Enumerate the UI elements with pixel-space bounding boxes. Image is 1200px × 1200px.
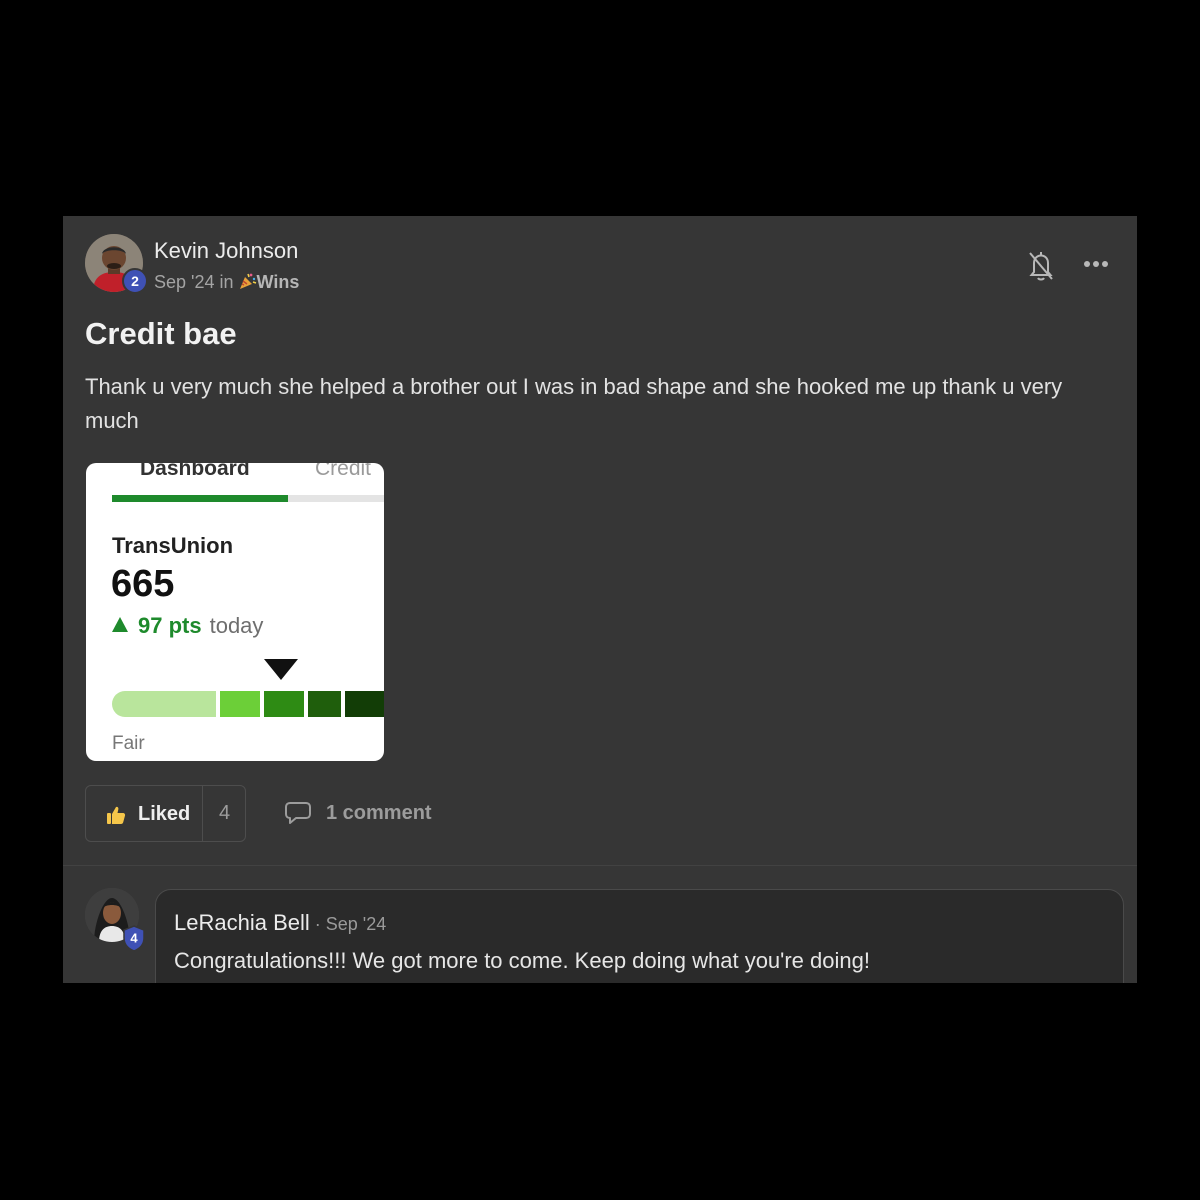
like-count[interactable]: 4 bbox=[202, 802, 247, 825]
attachment-range-label: Fair bbox=[112, 733, 145, 754]
more-horizontal-icon bbox=[1084, 261, 1108, 267]
party-popper-icon bbox=[239, 273, 256, 289]
attachment-points: 97 pts bbox=[138, 613, 202, 638]
like-button-content: Liked bbox=[106, 803, 190, 826]
comment-date: Sep '24 bbox=[325, 914, 387, 934]
attachment-tab-credit: Credit bbox=[315, 463, 372, 480]
attachment-bureau: TransUnion bbox=[112, 533, 234, 558]
like-label: Liked bbox=[138, 803, 191, 825]
thumbs-up-icon bbox=[107, 806, 126, 824]
author-name[interactable]: Kevin Johnson bbox=[154, 238, 298, 264]
score-marker-icon bbox=[264, 659, 298, 680]
comment-text: Congratulations!!! We got more to come. … bbox=[174, 948, 870, 973]
post-body: Thank u very much she helped a brother o… bbox=[85, 374, 1063, 433]
attachment-tab-indicator bbox=[112, 495, 288, 502]
score-band-4 bbox=[308, 691, 341, 717]
score-band-1 bbox=[112, 691, 216, 717]
attachment-score-change: 97 pts today bbox=[112, 613, 263, 639]
post-title: Credit bae bbox=[85, 316, 237, 351]
comment-header: LeRachia Bell · Sep '24 bbox=[174, 910, 386, 936]
post-date: Sep '24 in bbox=[154, 272, 234, 292]
comments-button[interactable]: 1 comment bbox=[284, 800, 432, 826]
score-band-3 bbox=[264, 691, 304, 717]
post-image-attachment[interactable]: Dashboard Credit TransUnion 665 97 pts to… bbox=[86, 463, 384, 761]
author-level-badge: 2 bbox=[122, 268, 148, 294]
comment-count-label: 1 comment bbox=[326, 801, 432, 824]
comment-bubble-icon bbox=[285, 802, 311, 824]
score-band-5 bbox=[345, 691, 384, 717]
attachment-score: 665 bbox=[111, 563, 175, 605]
bell-off-icon bbox=[1029, 252, 1053, 281]
post-header: 2 Kevin Johnson Sep '24 in Wins bbox=[85, 232, 1115, 294]
post-category[interactable]: Wins bbox=[257, 272, 300, 292]
post-card: 2 Kevin Johnson Sep '24 in Wins Credit b… bbox=[63, 216, 1137, 983]
comment-bubble: LeRachia Bell · Sep '24 Congratulations!… bbox=[155, 889, 1124, 983]
comment-date-separator: · bbox=[309, 914, 326, 934]
commenter-level-badge: 4 bbox=[123, 925, 145, 952]
attachment-tab-dashboard: Dashboard bbox=[140, 463, 250, 480]
arrow-up-icon bbox=[112, 617, 128, 632]
more-options-button[interactable] bbox=[1082, 254, 1112, 274]
commenter-name[interactable]: LeRachia Bell bbox=[174, 910, 310, 935]
comments-divider bbox=[63, 865, 1137, 866]
attachment-when: today bbox=[209, 613, 264, 638]
score-band-2 bbox=[220, 691, 260, 717]
like-button[interactable]: Liked 4 bbox=[85, 785, 246, 842]
post-meta: Sep '24 in Wins bbox=[154, 272, 299, 293]
mute-notifications-button[interactable] bbox=[1026, 250, 1056, 282]
svg-text:4: 4 bbox=[130, 931, 138, 946]
